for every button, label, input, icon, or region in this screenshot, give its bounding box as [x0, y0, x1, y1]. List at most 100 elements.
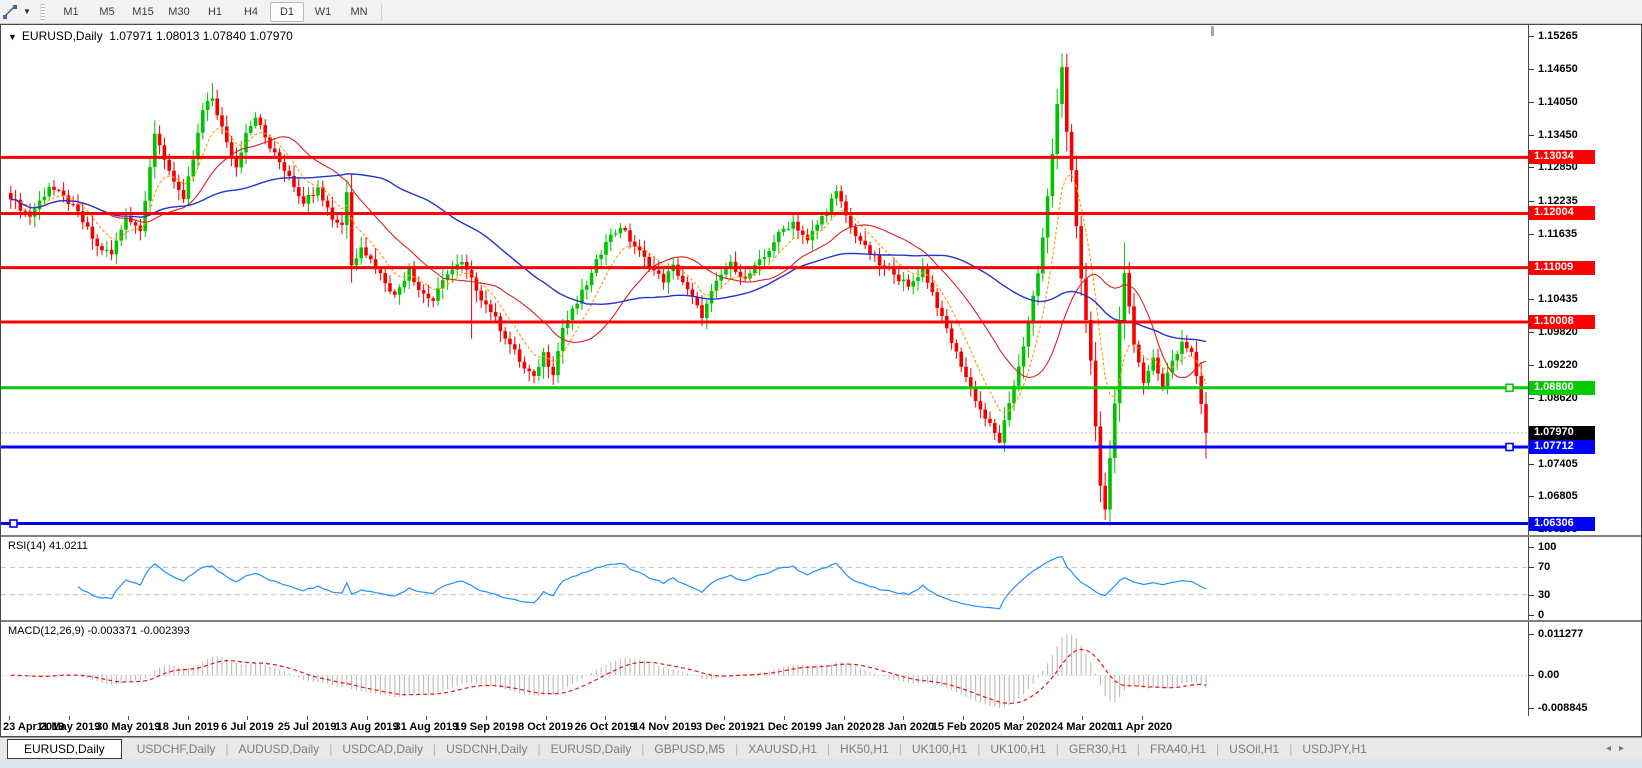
axis-tick [1529, 234, 1534, 235]
axis-tick [1529, 567, 1534, 568]
price-axis-label: 1.10435 [1538, 293, 1578, 306]
chart-tab-usdjpy-h1[interactable]: USDJPY,H1 [1292, 739, 1376, 759]
chart-tab-gbpusd-m5[interactable]: GBPUSD,M5 [644, 739, 735, 759]
line-handle[interactable] [10, 520, 17, 527]
price-axis-label: 1.14650 [1538, 63, 1578, 76]
price-tag: 1.08800 [1529, 381, 1595, 395]
chart-tab-audusd-daily[interactable]: AUDUSD,Daily [229, 739, 330, 759]
chart-symbol-label: EURUSD,Daily [22, 29, 103, 43]
axis-tick [1529, 102, 1534, 103]
date-axis-label: 8 Oct 2019 [518, 721, 573, 733]
date-axis-label: 11 Apr 2020 [1111, 721, 1172, 733]
price-axis-label: 1.15265 [1538, 30, 1578, 43]
chart-tab-uk100-h1[interactable]: UK100,H1 [902, 739, 977, 759]
price-tag: 1.06306 [1529, 517, 1595, 531]
date-axis-label: 14 Nov 2019 [633, 721, 697, 733]
chart-tab-hk50-h1[interactable]: HK50,H1 [830, 739, 899, 759]
line-style-tool-icon[interactable] [0, 3, 20, 21]
timeframe-button-m5[interactable]: M5 [90, 2, 124, 22]
date-tick [1023, 716, 1024, 720]
date-axis-label: 13 Aug 2019 [335, 721, 399, 733]
macd-indicator-label: MACD(12,26,9) -0.003371 -0.002393 [8, 625, 190, 637]
macd-axis-label: 0.011277 [1538, 628, 1583, 641]
tab-scroll-arrows[interactable]: ◂▸ [1606, 743, 1642, 754]
rsi-panel[interactable]: RSI(14) 41.0211 10070300 [1, 537, 1641, 620]
axis-tick [1529, 69, 1534, 70]
date-tick [247, 716, 248, 720]
ma-fast-line [11, 129, 1206, 413]
line-handle[interactable] [1506, 384, 1513, 391]
chart-tab-fra40-h1[interactable]: FRA40,H1 [1140, 739, 1216, 759]
date-tick [486, 716, 487, 720]
macd-panel[interactable]: MACD(12,26,9) -0.003371 -0.002393 0.0112… [1, 622, 1641, 716]
chart-window: ▼ EURUSD,Daily 1.07971 1.08013 1.07840 1.… [0, 24, 1642, 737]
rsi-axis[interactable]: 10070300 [1528, 537, 1641, 620]
timeframe-button-h1[interactable]: H1 [198, 2, 232, 22]
chart-tab-uk100-h1[interactable]: UK100,H1 [980, 739, 1055, 759]
price-axis-label: 1.07405 [1538, 458, 1578, 471]
axis-tick [1529, 496, 1534, 497]
line-tool-dropdown-icon[interactable]: ▼ [20, 7, 34, 16]
date-tick [128, 716, 129, 720]
date-axis-label: 5 Mar 2020 [994, 721, 1050, 733]
chart-tab-usdcnh-daily[interactable]: USDCNH,Daily [436, 739, 537, 759]
axis-tick [1529, 595, 1534, 596]
date-tick [546, 716, 547, 720]
date-axis-label: 6 Jul 2019 [221, 721, 274, 733]
chart-tab-usdcad-daily[interactable]: USDCAD,Daily [332, 739, 433, 759]
candlestick-plot[interactable] [1, 25, 1530, 535]
date-tick [844, 716, 845, 720]
macd-axis[interactable]: 0.0112770.00-0.008845 [1528, 622, 1641, 716]
collapse-arrow-icon[interactable]: ▼ [8, 32, 17, 42]
price-axis[interactable]: 1.152651.146501.140501.134501.128501.122… [1528, 25, 1641, 535]
date-tick [367, 716, 368, 720]
chart-tab-eurusd-daily[interactable]: EURUSD,Daily [7, 739, 122, 759]
axis-tick [1529, 547, 1534, 548]
timeframe-button-m1[interactable]: M1 [54, 2, 88, 22]
price-tag: 1.13034 [1529, 150, 1595, 164]
timeframe-button-m15[interactable]: M15 [126, 2, 160, 22]
tab-scroll-left-icon[interactable]: ◂ [1606, 743, 1619, 754]
date-axis-label: 30 May 2019 [96, 721, 160, 733]
chart-ohlc-values: 1.07971 1.08013 1.07840 1.07970 [109, 29, 293, 43]
chart-tab-ger30-h1[interactable]: GER30,H1 [1059, 739, 1137, 759]
tab-scroll-right-icon[interactable]: ▸ [1619, 743, 1632, 754]
rsi-line [78, 556, 1206, 608]
timeframe-button-w1[interactable]: W1 [306, 2, 340, 22]
chart-title: ▼ EURUSD,Daily 1.07971 1.08013 1.07840 1.… [8, 29, 293, 43]
macd-axis-label: 0.00 [1538, 669, 1559, 682]
axis-tick [1529, 365, 1534, 366]
date-axis-label: 28 Jan 2020 [872, 721, 934, 733]
date-axis-label: 15 Feb 2020 [932, 721, 994, 733]
timeframe-button-h4[interactable]: H4 [234, 2, 268, 22]
status-strip [0, 759, 1642, 768]
axis-tick [1529, 332, 1534, 333]
date-axis-label: 24 Mar 2020 [1051, 721, 1113, 733]
timeframe-button-m30[interactable]: M30 [162, 2, 196, 22]
rsi-axis-label: 100 [1538, 541, 1556, 554]
price-tag: 1.07970 [1529, 426, 1595, 440]
timeframe-group: M1M5M15M30H1H4D1W1MN [53, 0, 377, 23]
price-axis-label: 1.14050 [1538, 96, 1578, 109]
date-axis[interactable]: 23 Apr 201911 May 201930 May 201918 Jun … [1, 716, 1641, 736]
timeframe-button-d1[interactable]: D1 [270, 2, 304, 22]
price-tag: 1.07712 [1529, 440, 1595, 454]
toolbar-separator [381, 3, 382, 21]
chart-tab-usdchf-daily[interactable]: USDCHF,Daily [127, 739, 226, 759]
macd-signal-line [11, 649, 1206, 703]
date-tick [9, 716, 10, 720]
timeframe-button-mn[interactable]: MN [342, 2, 376, 22]
chart-shift-marker[interactable] [1211, 26, 1214, 36]
chart-tab-eurusd-daily[interactable]: EURUSD,Daily [541, 739, 642, 759]
chart-tab-bar: EURUSD,DailyUSDCHF,Daily|AUDUSD,Daily|US… [0, 737, 1642, 759]
main-chart-panel[interactable]: ▼ EURUSD,Daily 1.07971 1.08013 1.07840 1.… [1, 25, 1641, 535]
rsi-plot[interactable] [1, 537, 1530, 620]
chart-tabs: EURUSD,DailyUSDCHF,Daily|AUDUSD,Daily|US… [0, 738, 1606, 759]
rsi-axis-label: 70 [1538, 561, 1550, 574]
macd-plot[interactable] [1, 622, 1530, 716]
line-handle[interactable] [1506, 443, 1513, 450]
chart-tab-usoil-h1[interactable]: USOil,H1 [1219, 739, 1289, 759]
toolbar-grip[interactable] [40, 4, 45, 20]
date-axis-label: 31 Aug 2019 [394, 721, 458, 733]
chart-tab-xauusd-h1[interactable]: XAUUSD,H1 [738, 739, 827, 759]
